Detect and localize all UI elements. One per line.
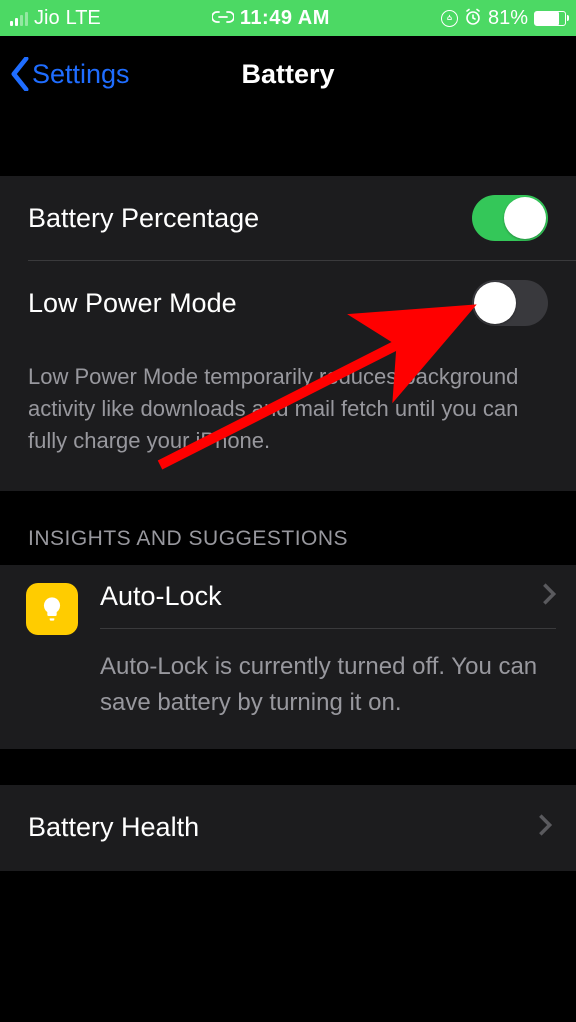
status-left: Jio LTE [10,7,101,30]
battery-health-label: Battery Health [28,812,199,843]
insights-header: INSIGHTS AND SUGGESTIONS [0,527,576,565]
autolock-description: Auto-Lock is currently turned off. You c… [100,649,556,721]
chevron-left-icon [10,57,30,91]
lightbulb-icon [26,583,78,635]
status-bar: Jio LTE 11:49 AM 81% [0,0,576,36]
clock-time: 11:49 AM [240,7,330,30]
status-center: 11:49 AM [212,7,330,30]
page-title: Battery [241,59,334,90]
back-button[interactable]: Settings [10,57,130,91]
navigation-bar: Settings Battery [0,36,576,112]
carrier-label: Jio [34,7,60,30]
battery-options-group: Battery Percentage Low Power Mode Low Po… [0,176,576,491]
chevron-right-icon [542,582,556,611]
battery-percentage-toggle[interactable] [472,195,548,241]
autolock-title: Auto-Lock [100,581,222,612]
battery-icon [534,11,566,26]
back-label: Settings [32,59,130,90]
link-icon [212,10,234,27]
signal-strength-icon [10,10,28,26]
network-label: LTE [66,7,101,30]
battery-percent-label: 81% [488,7,528,30]
low-power-mode-footer: Low Power Mode temporarily reduces backg… [0,345,576,491]
autolock-suggestion-row[interactable]: Auto-Lock Auto-Lock is currently turned … [0,565,576,749]
battery-percentage-row: Battery Percentage [0,176,576,260]
status-right: 81% [441,7,566,30]
battery-health-row[interactable]: Battery Health [0,785,576,871]
battery-percentage-label: Battery Percentage [28,203,259,234]
low-power-mode-toggle[interactable] [472,280,548,326]
alarm-icon [464,8,482,29]
chevron-right-icon [538,813,552,842]
low-power-mode-row: Low Power Mode [0,261,576,345]
orientation-lock-icon [441,10,458,27]
row-separator [100,628,556,629]
low-power-mode-label: Low Power Mode [28,288,237,319]
